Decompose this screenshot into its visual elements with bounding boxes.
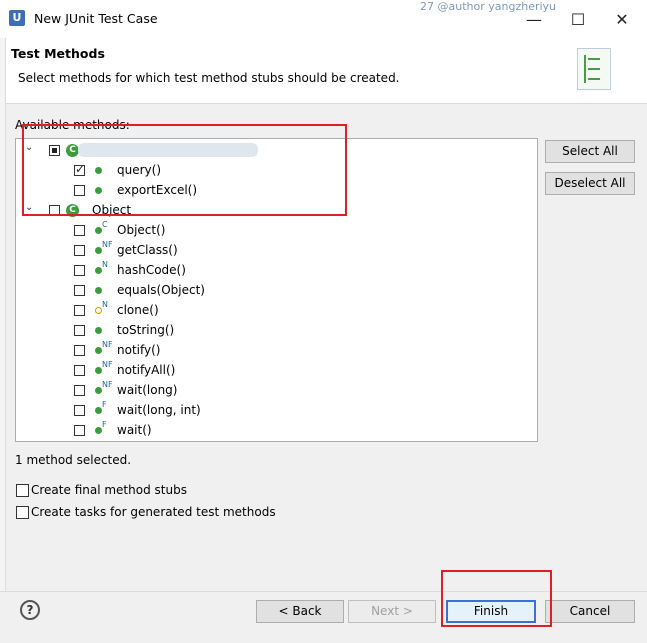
method-checkbox[interactable] xyxy=(74,305,85,316)
public-method-icon xyxy=(95,387,102,394)
method-label: wait(long, int) xyxy=(117,403,201,417)
method-modifier-badge: NF xyxy=(102,240,113,249)
method-label: wait() xyxy=(117,423,152,437)
close-button[interactable]: ✕ xyxy=(600,0,644,38)
minimize-button[interactable]: — xyxy=(512,0,556,38)
method-checkbox[interactable] xyxy=(74,385,85,396)
tree-row-method[interactable]: NF notify() xyxy=(16,340,521,360)
public-method-icon xyxy=(95,247,102,254)
method-checkbox[interactable] xyxy=(74,405,85,416)
method-label: notifyAll() xyxy=(117,363,176,377)
method-modifier-badge: NF xyxy=(102,360,113,369)
wizard-header: Test Methods Select methods for which te… xyxy=(0,38,647,104)
next-button[interactable]: Next > xyxy=(348,600,436,623)
public-method-icon xyxy=(95,267,102,274)
junit-app-icon: U xyxy=(9,10,25,26)
method-modifier-badge: C xyxy=(102,220,108,229)
method-checkbox[interactable] xyxy=(74,265,85,276)
method-checkbox[interactable] xyxy=(74,325,85,336)
public-method-icon xyxy=(95,367,102,374)
tree-row-method[interactable]: NF getClass() xyxy=(16,240,521,260)
tree-row-method[interactable]: NhashCode() xyxy=(16,260,521,280)
method-checkbox[interactable] xyxy=(74,365,85,376)
tree-row-method[interactable]: Fwait() xyxy=(16,420,521,440)
method-checkbox[interactable] xyxy=(74,345,85,356)
public-method-icon xyxy=(95,227,102,234)
method-modifier-badge: N xyxy=(102,300,108,309)
public-method-icon xyxy=(95,347,102,354)
method-label: clone() xyxy=(117,303,159,317)
create-tasks-label: Create tasks for generated test methods xyxy=(31,505,276,519)
cancel-button[interactable]: Cancel xyxy=(545,600,635,623)
page-title: Test Methods xyxy=(11,46,105,61)
tree-row-method[interactable]: NF wait(long) xyxy=(16,380,521,400)
method-label: notify() xyxy=(117,343,161,357)
protected-method-icon xyxy=(95,307,102,314)
final-stubs-label: Create final method stubs xyxy=(31,483,187,497)
selection-status: 1 method selected. xyxy=(15,453,132,467)
method-modifier-badge: NF xyxy=(102,380,113,389)
back-button[interactable]: < Back xyxy=(256,600,344,623)
final-stubs-checkbox[interactable] xyxy=(16,484,29,497)
public-method-icon xyxy=(95,327,102,334)
method-checkbox[interactable] xyxy=(74,225,85,236)
method-label: getClass() xyxy=(117,243,178,257)
page-subtitle: Select methods for which test method stu… xyxy=(18,71,400,85)
tree-row-method[interactable]: toString() xyxy=(16,320,521,340)
public-method-icon xyxy=(95,427,102,434)
method-label: equals(Object) xyxy=(117,283,205,297)
method-modifier-badge: N xyxy=(102,260,108,269)
tree-row-method[interactable]: C Object() xyxy=(16,220,521,240)
window-title: New JUnit Test Case xyxy=(34,11,158,26)
tree-vertical-scrollbar[interactable]: ▲ ▼ xyxy=(537,140,538,440)
annotation-highlight-methods xyxy=(22,124,347,216)
select-all-button[interactable]: Select All xyxy=(545,140,635,163)
annotation-highlight-finish xyxy=(441,570,552,627)
tree-row-method[interactable]: Fwait(long, int) xyxy=(16,400,521,420)
method-checkbox[interactable] xyxy=(74,245,85,256)
method-modifier-badge: F xyxy=(102,400,107,409)
title-bar: U New JUnit Test Case 27 @author yangzhe… xyxy=(0,0,647,39)
method-checkbox[interactable] xyxy=(74,285,85,296)
method-label: Object() xyxy=(117,223,166,237)
create-tasks-checkbox[interactable] xyxy=(16,506,29,519)
window-left-edge xyxy=(0,38,6,642)
method-checkbox[interactable] xyxy=(74,425,85,436)
method-label: wait(long) xyxy=(117,383,178,397)
tree-row-method[interactable]: NF notifyAll() xyxy=(16,360,521,380)
help-icon[interactable]: ? xyxy=(20,600,40,620)
deselect-all-button[interactable]: Deselect All xyxy=(545,172,635,195)
wizard-banner-icon xyxy=(577,48,611,90)
tree-row-method[interactable]: equals(Object) xyxy=(16,280,521,300)
method-modifier-badge: F xyxy=(102,420,107,429)
maximize-button[interactable]: ☐ xyxy=(556,0,600,38)
tree-row-method[interactable]: Nclone() xyxy=(16,300,521,320)
method-label: toString() xyxy=(117,323,175,337)
method-label: hashCode() xyxy=(117,263,186,277)
public-method-icon xyxy=(95,407,102,414)
method-modifier-badge: NF xyxy=(102,340,113,349)
public-method-icon xyxy=(95,287,102,294)
